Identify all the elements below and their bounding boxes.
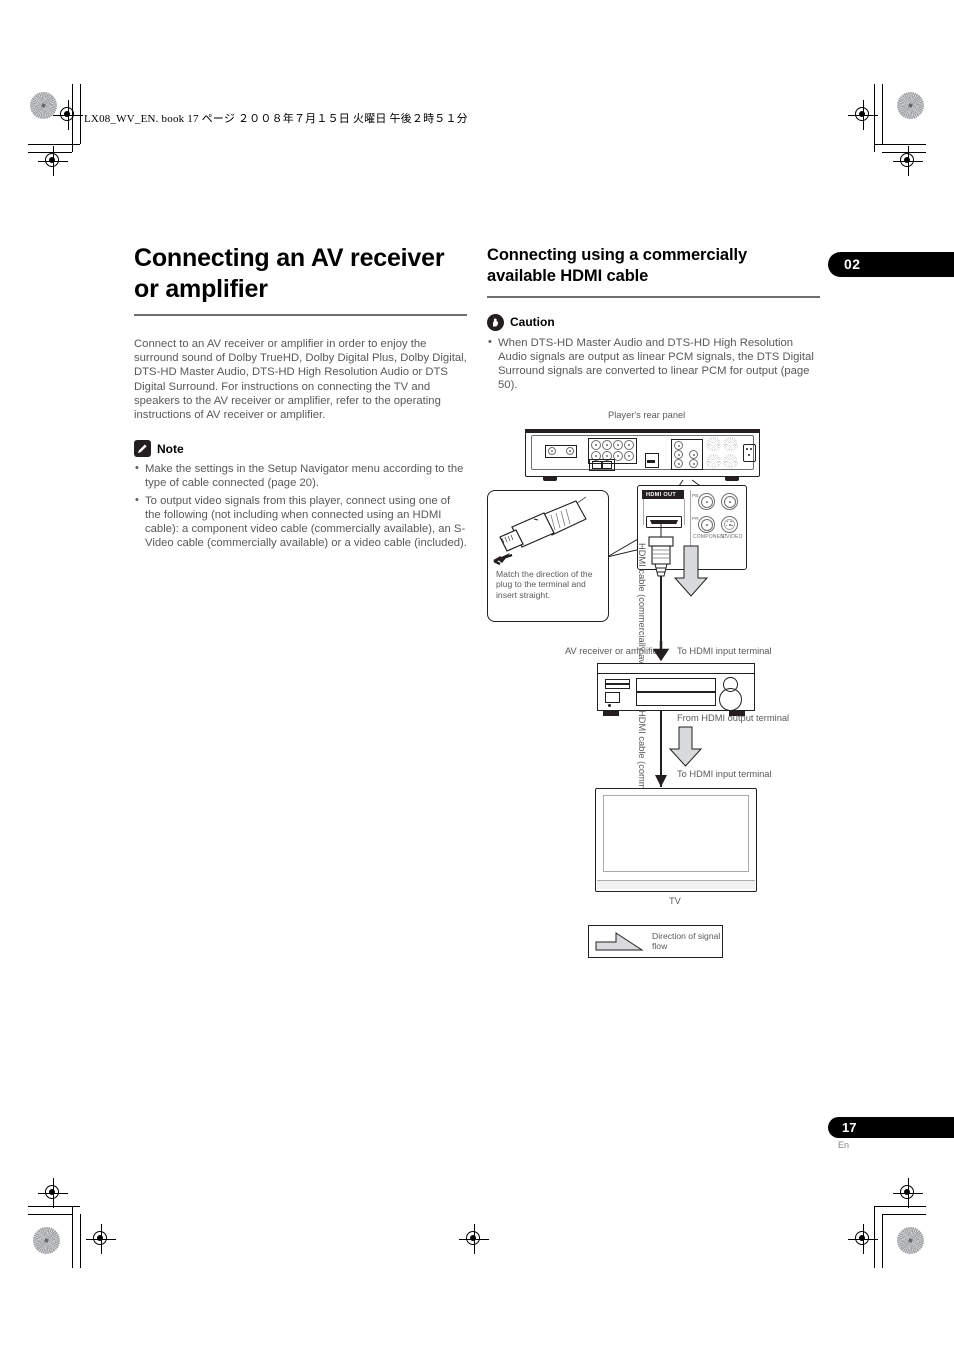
legend-text: Direction of signal flow bbox=[652, 931, 721, 952]
chapter-number: 02 bbox=[844, 256, 861, 272]
caution-heading: Caution bbox=[487, 313, 820, 331]
signal-flow-arrow-icon bbox=[595, 932, 644, 951]
crop-line-tl-2 bbox=[28, 152, 72, 153]
page-language: En bbox=[838, 1140, 850, 1150]
crop-line-br-2 bbox=[882, 1214, 926, 1215]
caution-block: Caution When DTS-HD Master Audio and DTS… bbox=[487, 313, 820, 393]
page-number: 17 bbox=[842, 1120, 857, 1135]
rear-panel-caption: Player's rear panel bbox=[608, 410, 686, 420]
crop-line-br-3 bbox=[874, 1206, 875, 1268]
registration-blob-bottom-left bbox=[33, 1227, 60, 1254]
left-column: Connecting an AV receiver or amplifier C… bbox=[134, 243, 467, 550]
connection-diagram: Player's rear panel Match the direction … bbox=[487, 405, 832, 975]
crop-line-bl-3 bbox=[72, 1206, 73, 1268]
list-item: Make the settings in the Setup Navigator… bbox=[134, 461, 467, 490]
note-list: Make the settings in the Setup Navigator… bbox=[134, 461, 467, 551]
crop-line-tl-4 bbox=[80, 84, 81, 144]
av-receiver-illustration bbox=[597, 663, 755, 716]
signal-flow-legend: Direction of signal flow bbox=[588, 925, 723, 958]
crop-line-bl-2 bbox=[28, 1214, 72, 1215]
page-number-tab: 17 bbox=[828, 1117, 954, 1138]
list-item: When DTS-HD Master Audio and DTS-HD High… bbox=[487, 335, 820, 393]
registration-mark-bottom-center bbox=[459, 1224, 489, 1254]
book-header-line: LX08_WV_EN. book 17 ページ ２００８年７月１５日 火曜日 午… bbox=[84, 113, 468, 125]
from-hdmi-output-label: From HDMI output terminal bbox=[677, 713, 790, 723]
registration-blob-bottom-right bbox=[897, 1227, 924, 1254]
section-title: Connecting using a commercially availabl… bbox=[487, 246, 748, 285]
crop-line-tr-3 bbox=[874, 84, 875, 152]
list-item: To output video signals from this player… bbox=[134, 493, 467, 551]
page-title: Connecting an AV receiver or amplifier bbox=[134, 244, 445, 303]
to-hdmi-input-bottom-label: To HDMI input terminal bbox=[677, 769, 772, 779]
registration-mark-top-left-a bbox=[53, 100, 83, 130]
crop-line-br-4 bbox=[882, 1214, 883, 1268]
registration-mark-bottom-left-b bbox=[86, 1224, 116, 1254]
document-page: LX08_WV_EN. book 17 ページ ２００８年７月１５日 火曜日 午… bbox=[0, 0, 954, 1347]
registration-mark-bottom-right-b bbox=[893, 1178, 923, 1208]
pb-label: PB bbox=[692, 494, 699, 499]
registration-blob-top-right bbox=[897, 92, 924, 119]
note-block: Note Make the settings in the Setup Navi… bbox=[134, 440, 467, 550]
section-rule bbox=[487, 296, 820, 298]
crop-line-br-1 bbox=[874, 1206, 926, 1207]
crop-line-tr-2 bbox=[882, 152, 926, 153]
registration-mark-top-left-b bbox=[38, 146, 68, 176]
arrow-down-to-receiver bbox=[652, 641, 670, 661]
tv-illustration bbox=[595, 788, 757, 892]
crop-line-tr-1 bbox=[874, 144, 926, 145]
receiver-label: AV receiver or amplifier bbox=[565, 646, 661, 656]
hdmi-out-port bbox=[646, 516, 682, 528]
registration-mark-bottom-left-a bbox=[38, 1178, 68, 1208]
pr-label: PR bbox=[692, 517, 699, 522]
chapter-tab: 02 bbox=[828, 252, 954, 277]
crop-line-tl-3 bbox=[72, 84, 73, 152]
hand-stop-icon bbox=[487, 313, 504, 331]
registration-mark-top-right-b bbox=[893, 146, 923, 176]
caution-list: When DTS-HD Master Audio and DTS-HD High… bbox=[487, 335, 820, 393]
pencil-icon bbox=[134, 440, 151, 458]
to-hdmi-input-top-label: To HDMI input terminal bbox=[677, 646, 772, 656]
tv-label: TV bbox=[669, 896, 681, 906]
callout-text: Match the direction of the plug to the t… bbox=[496, 569, 593, 600]
hdmi-out-label: HDMI OUT bbox=[642, 490, 684, 499]
crop-line-tr-4 bbox=[882, 84, 883, 144]
title-rule bbox=[134, 314, 467, 316]
rear-panel-zoom-box: HDMI OUT PB PR COMPONENT S VIDEO bbox=[637, 485, 747, 570]
plug-direction-callout: Match the direction of the plug to the t… bbox=[487, 490, 609, 622]
note-label: Note bbox=[157, 441, 184, 456]
note-heading: Note bbox=[134, 440, 467, 458]
intro-paragraph: Connect to an AV receiver or amplifier i… bbox=[134, 338, 467, 422]
player-rear-panel bbox=[525, 429, 760, 481]
caution-label: Caution bbox=[510, 315, 555, 329]
crop-line-bl-4 bbox=[80, 1214, 81, 1268]
hdmi-plug-illustration bbox=[493, 496, 587, 566]
svideo-label: S VIDEO bbox=[721, 534, 743, 540]
right-column: Connecting using a commercially availabl… bbox=[487, 245, 820, 392]
